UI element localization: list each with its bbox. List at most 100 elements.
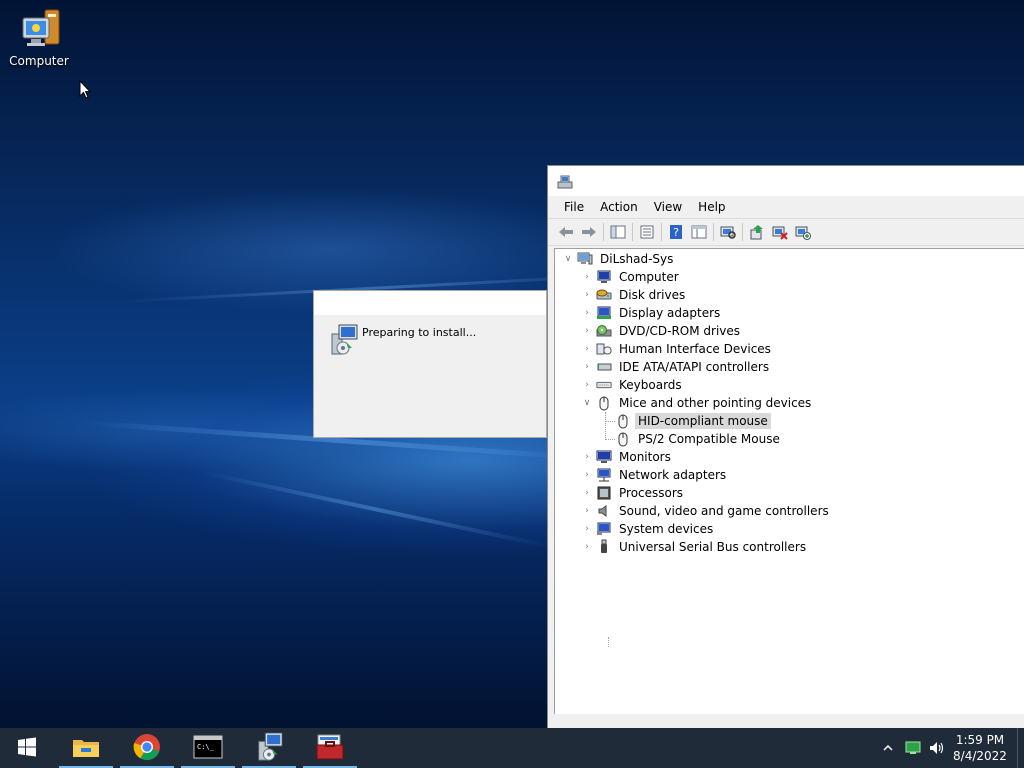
tree-category[interactable]: › Display adapters (582, 304, 723, 322)
tree-category[interactable]: › Monitors (582, 448, 674, 466)
clock-time: 1:59 PM (955, 733, 1005, 747)
tree-category-label: IDE ATA/ATAPI controllers (619, 360, 770, 374)
toolbar-separator (742, 223, 743, 241)
clock[interactable]: 1:59 PM 8/4/2022 (949, 732, 1011, 764)
clock-date: 8/4/2022 (953, 749, 1007, 763)
network-icon[interactable] (901, 741, 925, 755)
tree-category-label: Human Interface Devices (619, 342, 771, 356)
computer-icon (19, 8, 60, 52)
tree-root[interactable]: ∨ DiLshad-Sys (563, 250, 676, 268)
expand-icon[interactable]: › (582, 290, 592, 300)
taskbar-command-prompt[interactable]: C:\_ (179, 728, 237, 768)
collapse-icon[interactable]: ∨ (582, 398, 592, 408)
expand-icon[interactable]: › (582, 542, 592, 552)
monitor-icon (596, 449, 612, 465)
start-button[interactable] (0, 728, 54, 768)
tree-category[interactable]: › Network adapters (582, 466, 729, 484)
taskbar-file-explorer[interactable] (57, 728, 115, 768)
tree-category-label: Sound, video and game controllers (619, 504, 829, 518)
expand-icon[interactable]: › (582, 308, 592, 318)
expand-icon[interactable]: › (582, 362, 592, 372)
tree-category-label: Disk drives (619, 288, 686, 302)
menu-help[interactable]: Help (690, 196, 733, 218)
device-manager-titlebar[interactable] (548, 166, 1024, 196)
forward-icon[interactable] (579, 222, 599, 242)
tree-category-label: Processors (619, 486, 684, 500)
tree-category[interactable]: › Computer (582, 268, 682, 286)
keyboard-icon (596, 377, 612, 393)
tree-device-label: PS/2 Compatible Mouse (638, 432, 780, 446)
show-desktop-button[interactable] (1017, 728, 1024, 768)
expand-icon[interactable]: › (582, 272, 592, 282)
expand-icon[interactable]: › (582, 326, 592, 336)
toolbar-separator (603, 223, 604, 241)
tree-category-label: DVD/CD-ROM drives (619, 324, 741, 338)
show-hide-tree-icon[interactable] (608, 222, 628, 242)
device-manager-window[interactable]: File Action View Help ? ∨ DiLshad-Sys › C… (547, 165, 1024, 728)
device-tree[interactable]: ∨ DiLshad-Sys › Computer › Disk drives › Di… (554, 248, 1024, 714)
disk-drive-icon (596, 287, 612, 303)
tree-category[interactable]: › Universal Serial Bus controllers (582, 538, 809, 556)
update-driver-icon[interactable] (747, 222, 767, 242)
tree-category-label: Network adapters (619, 468, 727, 482)
desktop-icon-computer[interactable]: Computer (6, 8, 72, 68)
toolbar-separator (713, 223, 714, 241)
tree-device-label: HID-compliant mouse (635, 413, 771, 429)
expand-icon[interactable]: › (582, 344, 592, 354)
installer-icon (328, 324, 358, 359)
mouse-icon (596, 395, 612, 411)
tree-category[interactable]: › IDE ATA/ATAPI controllers (582, 358, 772, 376)
ide-controller-icon (596, 359, 612, 375)
computer-icon (596, 269, 612, 285)
help-icon[interactable]: ? (666, 222, 686, 242)
tree-category[interactable]: › Sound, video and game controllers (582, 502, 832, 520)
expand-icon[interactable]: › (582, 506, 592, 516)
system-devices-icon (596, 521, 612, 537)
tree-category[interactable]: › DVD/CD-ROM drives (582, 322, 743, 340)
installer-titlebar[interactable] (314, 291, 546, 315)
expand-icon[interactable]: › (582, 452, 592, 462)
expand-icon[interactable]: › (582, 488, 592, 498)
toolbar: ? (548, 218, 1024, 246)
back-icon[interactable] (556, 222, 576, 242)
menu-file[interactable]: File (556, 196, 592, 218)
uninstall-device-icon[interactable] (770, 222, 790, 242)
taskbar-chrome[interactable] (118, 728, 176, 768)
tree-category[interactable]: › Human Interface Devices (582, 340, 774, 358)
installer-dialog[interactable]: Preparing to install... (313, 290, 547, 438)
tree-device-selected[interactable]: HID-compliant mouse (615, 412, 771, 430)
add-driver-icon[interactable] (793, 222, 813, 242)
view-icon[interactable] (689, 222, 709, 242)
tree-category-label: System devices (619, 522, 714, 536)
expand-icon[interactable]: › (582, 470, 592, 480)
collapse-icon[interactable]: ∨ (563, 254, 573, 264)
volume-icon[interactable] (925, 741, 949, 755)
usb-icon (596, 539, 612, 555)
tree-category-label: Keyboards (619, 378, 682, 392)
show-hidden-icons-icon[interactable] (875, 744, 901, 752)
tree-category[interactable]: › Disk drives (582, 286, 688, 304)
device-manager-icon (557, 175, 573, 192)
expand-icon[interactable]: › (582, 524, 592, 534)
status-bar (548, 714, 1024, 728)
tree-category-expanded[interactable]: ∨ Mice and other pointing devices (582, 394, 814, 412)
menu-action[interactable]: Action (592, 196, 646, 218)
taskbar-toolbox[interactable] (301, 728, 359, 768)
folder-icon (72, 736, 100, 761)
tree-device[interactable]: PS/2 Compatible Mouse (615, 430, 783, 448)
properties-icon[interactable] (637, 222, 657, 242)
expand-icon[interactable]: › (582, 380, 592, 390)
toolbox-icon (315, 733, 345, 764)
taskbar-installer[interactable] (240, 728, 298, 768)
tree-category[interactable]: › Keyboards (582, 376, 685, 394)
svg-text:?: ? (673, 226, 679, 239)
tree-category-label: Universal Serial Bus controllers (619, 540, 807, 554)
mouse-icon (615, 431, 631, 447)
tree-category-label: Display adapters (619, 306, 721, 320)
desktop-icon-label: Computer (9, 54, 69, 68)
scan-hardware-icon[interactable] (718, 222, 738, 242)
tree-category[interactable]: › System devices (582, 520, 716, 538)
menu-view[interactable]: View (646, 196, 690, 218)
tree-category[interactable]: › Processors (582, 484, 686, 502)
mouse-cursor-icon (79, 79, 92, 103)
